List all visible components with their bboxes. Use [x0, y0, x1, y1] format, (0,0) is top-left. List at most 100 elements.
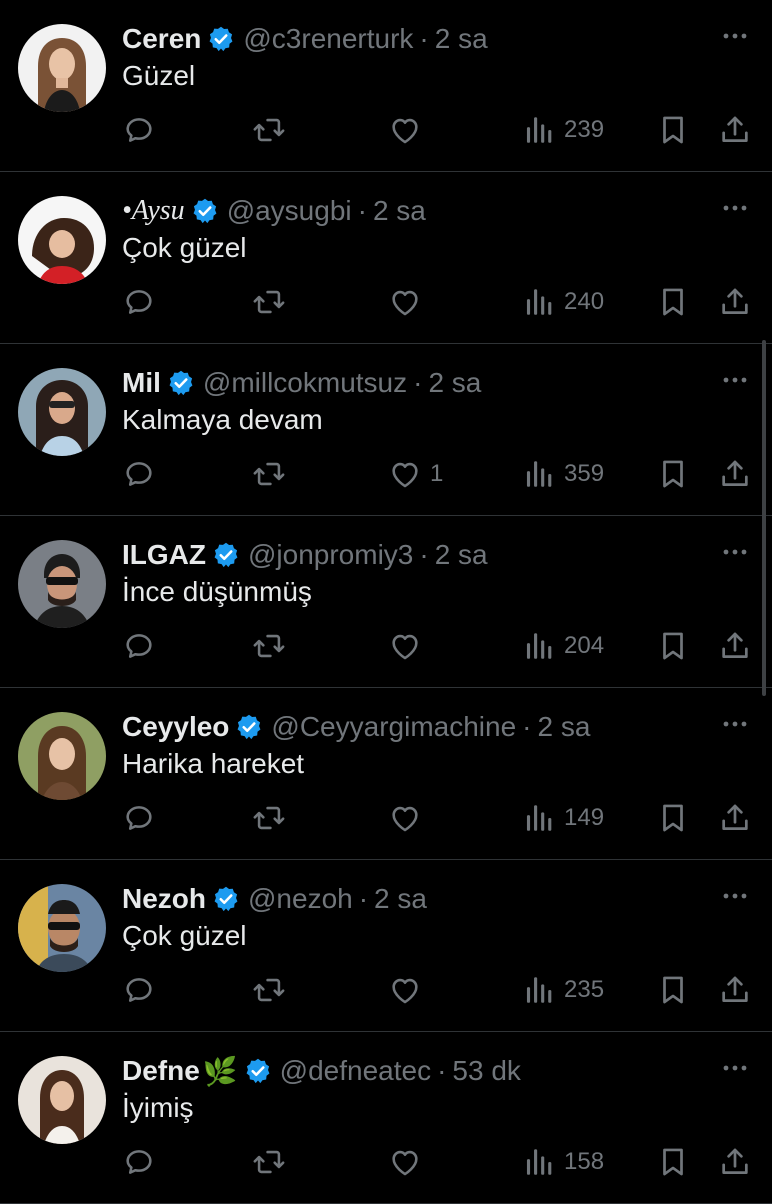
timestamp[interactable]: 2 sa: [373, 195, 426, 227]
share-icon: [718, 457, 752, 491]
views-button[interactable]: 158: [522, 1140, 604, 1184]
timestamp[interactable]: 2 sa: [537, 711, 590, 743]
bookmark-button[interactable]: [656, 452, 690, 496]
timestamp[interactable]: 53 dk: [452, 1055, 521, 1087]
reply-button[interactable]: [122, 280, 156, 324]
username-handle[interactable]: @defneatec: [280, 1055, 431, 1087]
username-handle[interactable]: @jonpromiy3: [248, 539, 413, 571]
share-button[interactable]: [718, 280, 752, 324]
display-name[interactable]: •Aysu: [122, 195, 185, 227]
display-name[interactable]: Defne: [122, 1055, 200, 1087]
timestamp[interactable]: 2 sa: [428, 367, 481, 399]
more-dots-icon[interactable]: [720, 884, 750, 908]
views-button[interactable]: 235: [522, 968, 604, 1012]
bookmark-button[interactable]: [656, 1140, 690, 1184]
retweet-button[interactable]: [252, 280, 286, 324]
more-dots-icon[interactable]: [720, 540, 750, 564]
more-dots-icon[interactable]: [720, 712, 750, 736]
like-button[interactable]: [388, 280, 422, 324]
more-dots-icon[interactable]: [720, 24, 750, 48]
tweet[interactable]: Nezoh @nezoh · 2 sa Çok güzel 235: [0, 860, 772, 1032]
more-dots-icon[interactable]: [720, 1056, 750, 1080]
share-button[interactable]: [718, 108, 752, 152]
more-dots-icon[interactable]: [720, 368, 750, 392]
username-handle[interactable]: @c3renerturk: [243, 23, 413, 55]
bookmark-button[interactable]: [656, 968, 690, 1012]
tweet[interactable]: Mil @millcokmutsuz · 2 sa Kalmaya devam 1 359: [0, 344, 772, 516]
like-button[interactable]: 1: [388, 452, 443, 496]
share-button[interactable]: [718, 624, 752, 668]
retweet-button[interactable]: [252, 1140, 286, 1184]
username-handle[interactable]: @Ceyyargimachine: [271, 711, 516, 743]
bookmark-button[interactable]: [656, 796, 690, 840]
tweet-header: Defne 🌿 @defneatec · 53 dk: [122, 1052, 521, 1090]
reply-button[interactable]: [122, 624, 156, 668]
like-button[interactable]: [388, 624, 422, 668]
avatar[interactable]: [18, 712, 106, 800]
retweet-button[interactable]: [252, 108, 286, 152]
share-button[interactable]: [718, 1140, 752, 1184]
heart-icon: [388, 629, 422, 663]
tweet[interactable]: Ceren @c3renerturk · 2 sa Güzel 239: [0, 0, 772, 172]
share-button[interactable]: [718, 968, 752, 1012]
retweet-button[interactable]: [252, 624, 286, 668]
retweet-icon: [252, 801, 286, 835]
avatar[interactable]: [18, 24, 106, 112]
avatar[interactable]: [18, 368, 106, 456]
share-icon: [718, 1145, 752, 1179]
reply-button[interactable]: [122, 1140, 156, 1184]
reply-button[interactable]: [122, 796, 156, 840]
scrollbar[interactable]: [762, 340, 766, 696]
reply-button[interactable]: [122, 108, 156, 152]
separator-dot: ·: [522, 711, 532, 742]
speech-bubble-icon: [122, 629, 156, 663]
avatar[interactable]: [18, 540, 106, 628]
views-button[interactable]: 239: [522, 108, 604, 152]
share-button[interactable]: [718, 796, 752, 840]
timestamp[interactable]: 2 sa: [435, 539, 488, 571]
retweet-icon: [252, 1145, 286, 1179]
view-count: 235: [564, 976, 605, 1003]
display-name[interactable]: ILGAZ: [122, 539, 206, 571]
display-name[interactable]: Nezoh: [122, 883, 206, 915]
retweet-button[interactable]: [252, 452, 286, 496]
tweet-header: Nezoh @nezoh · 2 sa: [122, 880, 427, 918]
bookmark-button[interactable]: [656, 108, 690, 152]
heart-icon: [388, 113, 422, 147]
display-name[interactable]: Mil: [122, 367, 161, 399]
avatar[interactable]: [18, 1056, 106, 1144]
retweet-button[interactable]: [252, 968, 286, 1012]
bookmark-button[interactable]: [656, 280, 690, 324]
views-button[interactable]: 204: [522, 624, 604, 668]
timestamp[interactable]: 2 sa: [435, 23, 488, 55]
tweet[interactable]: Ceyyleo @Ceyyargimachine · 2 sa Harika harek…: [0, 688, 772, 860]
share-button[interactable]: [718, 452, 752, 496]
username-handle[interactable]: @aysugbi: [227, 195, 352, 227]
verified-badge-icon: [191, 197, 219, 225]
display-name[interactable]: Ceren: [122, 23, 201, 55]
username-handle[interactable]: @nezoh: [248, 883, 353, 915]
timestamp[interactable]: 2 sa: [374, 883, 427, 915]
tweet-text: Kalmaya devam: [122, 404, 323, 435]
verified-badge-icon: [167, 369, 195, 397]
like-button[interactable]: [388, 968, 422, 1012]
retweet-button[interactable]: [252, 796, 286, 840]
views-button[interactable]: 240: [522, 280, 604, 324]
reply-button[interactable]: [122, 452, 156, 496]
like-button[interactable]: [388, 108, 422, 152]
more-dots-icon[interactable]: [720, 196, 750, 220]
views-button[interactable]: 359: [522, 452, 604, 496]
bookmark-button[interactable]: [656, 624, 690, 668]
reply-button[interactable]: [122, 968, 156, 1012]
avatar[interactable]: [18, 196, 106, 284]
username-handle[interactable]: @millcokmutsuz: [203, 367, 407, 399]
tweet[interactable]: ILGAZ @jonpromiy3 · 2 sa İnce düşünmüş 204: [0, 516, 772, 688]
display-name[interactable]: Ceyyleo: [122, 711, 229, 743]
view-count: 204: [564, 632, 605, 659]
tweet[interactable]: •Aysu @aysugbi · 2 sa Çok güzel 240: [0, 172, 772, 344]
avatar[interactable]: [18, 884, 106, 972]
like-button[interactable]: [388, 1140, 422, 1184]
like-button[interactable]: [388, 796, 422, 840]
tweet[interactable]: Defne 🌿 @defneatec · 53 dk İyimiş 158: [0, 1032, 772, 1204]
views-button[interactable]: 149: [522, 796, 604, 840]
